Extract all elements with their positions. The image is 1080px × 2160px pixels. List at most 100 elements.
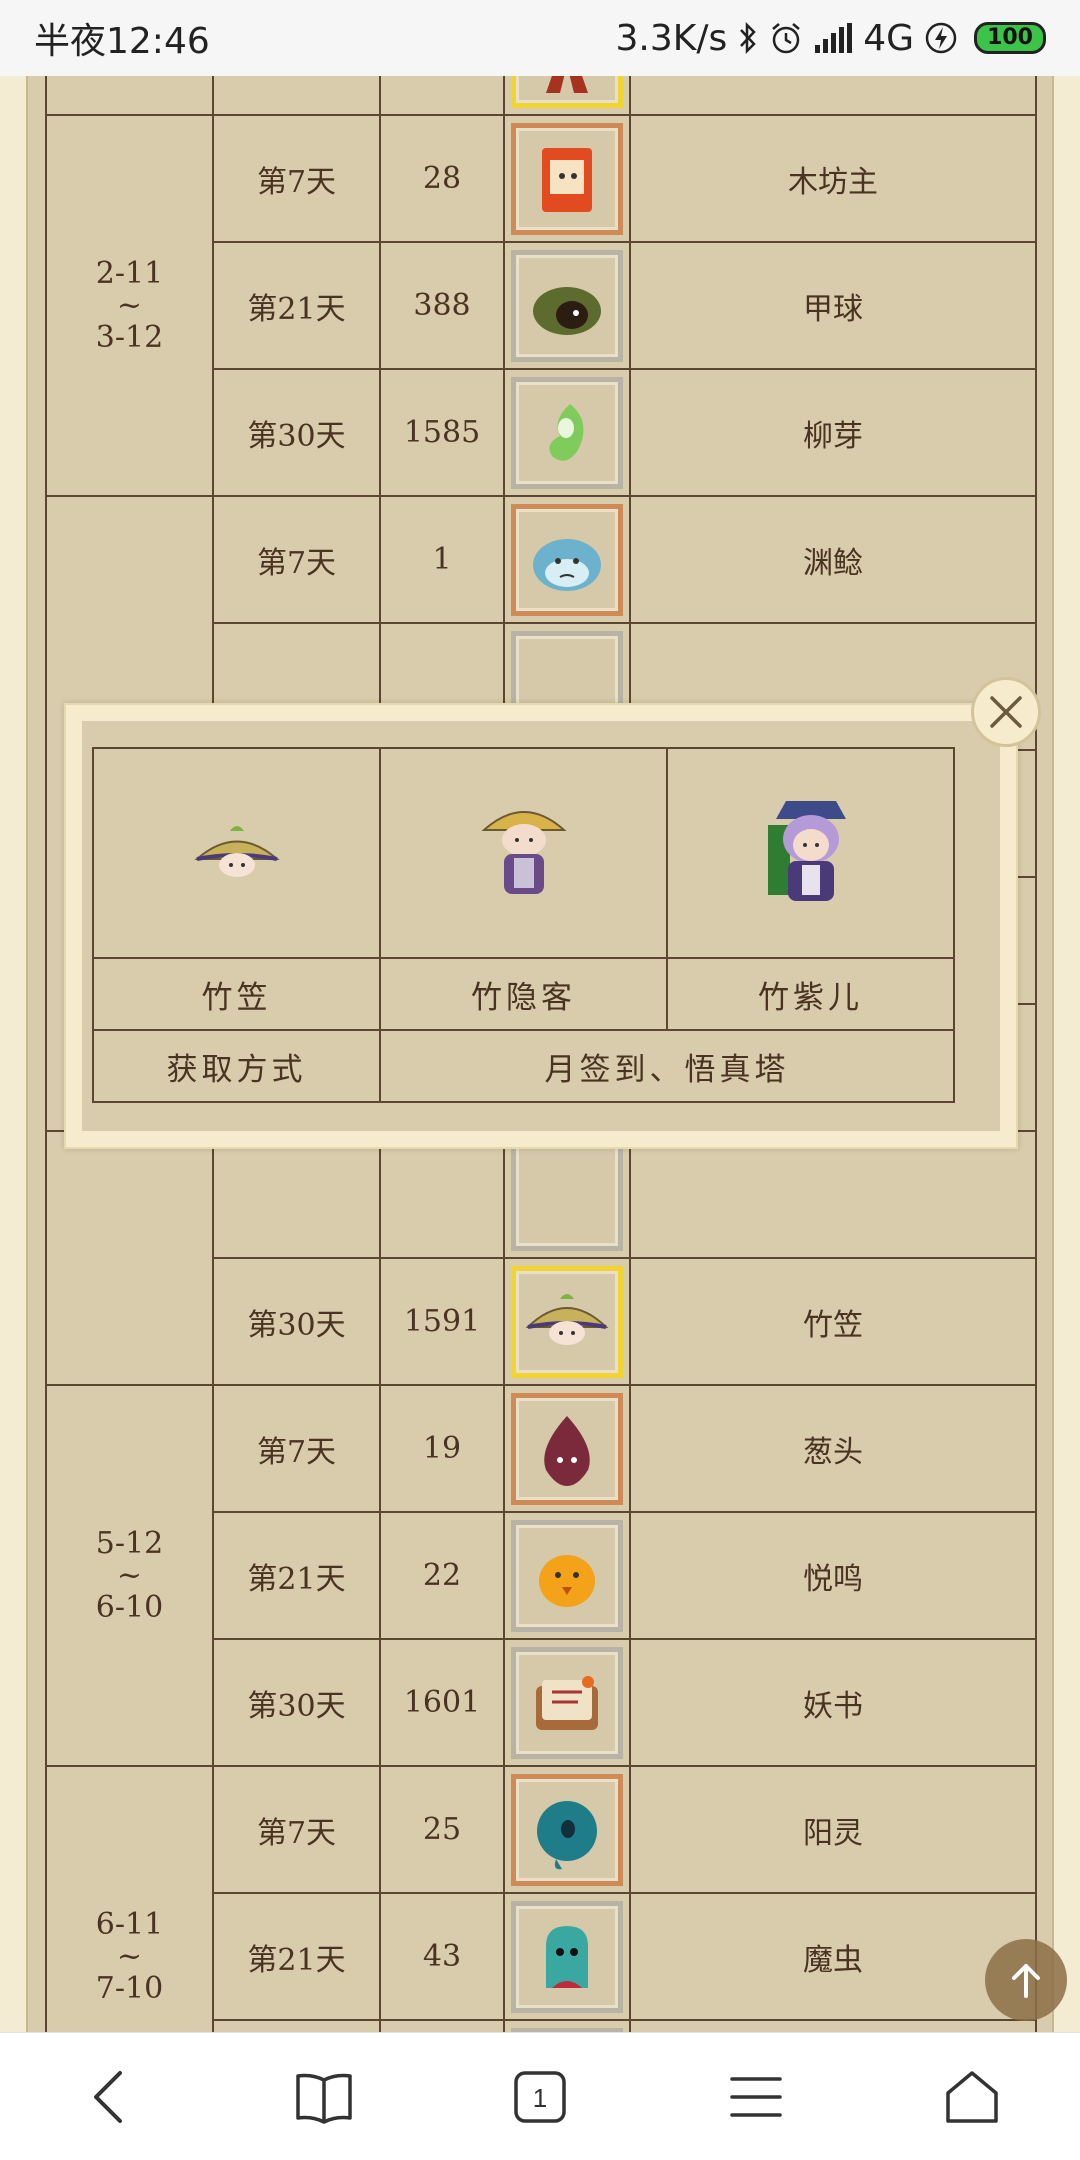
pet-tile[interactable] — [511, 1392, 623, 1505]
pet-tile[interactable] — [511, 249, 623, 362]
source-label: 获取方式 — [92, 1029, 381, 1103]
status-bar: 半夜12:46 3.3K/s 4G 100 — [0, 0, 1080, 76]
count-cell — [379, 1130, 505, 1259]
icon-cell — [503, 1257, 631, 1386]
network-type: 4G — [863, 17, 915, 59]
tabs-button[interactable]: 1 — [480, 2047, 600, 2147]
pet-tile[interactable] — [511, 1138, 623, 1251]
period-cell: 6-11 ~7-10 — [45, 1765, 214, 2032]
icon-cell — [503, 1511, 631, 1640]
icon-cell — [503, 76, 631, 116]
day-cell: 第21天 — [212, 1892, 381, 2021]
icon-cell — [503, 114, 631, 243]
form-name: 竹隐客 — [379, 957, 668, 1031]
pet-name-cell: 木坊主 — [629, 114, 1037, 243]
zhuli-icon — [525, 1293, 609, 1345]
zhuli-hat-icon — [193, 826, 280, 877]
count-cell: 43 — [379, 1892, 505, 2021]
icon-cell — [503, 241, 631, 370]
pet-name-cell: 阳灵 — [629, 1765, 1037, 1894]
zhuzier-icon — [767, 801, 846, 901]
count-cell: 19 — [379, 1384, 505, 1513]
back-button[interactable] — [48, 2047, 168, 2147]
scroll-to-top-button[interactable] — [985, 1939, 1067, 2021]
count-cell: 22 — [379, 1511, 505, 1640]
form-image-cell — [666, 747, 955, 959]
form-image-cell — [92, 747, 381, 959]
day-cell: 第7天 — [212, 495, 381, 624]
count-cell: 1634 — [379, 2019, 505, 2032]
pet-name-cell: 神棍 — [629, 76, 1037, 116]
count-cell: 25 — [379, 1765, 505, 1894]
pet-tile[interactable] — [511, 1900, 623, 2013]
table-row: 6-11 ~7-10 第7天 25 阳灵 — [45, 1765, 1037, 2032]
period-cell — [45, 76, 214, 116]
icon-cell — [503, 1384, 631, 1513]
icon-cell — [503, 495, 631, 624]
day-cell: 第30天 — [212, 1257, 381, 1386]
jiaqiu-icon — [533, 286, 601, 335]
pet-name-cell: 渊鲶 — [629, 495, 1037, 624]
yueming-icon — [539, 1554, 595, 1607]
count-cell: 1601 — [379, 1638, 505, 1767]
icon-cell — [503, 1130, 631, 1259]
pet-name-cell: 魔虫 — [629, 1892, 1037, 2021]
zhuyinke-icon — [480, 811, 567, 894]
mufangzhu-icon — [542, 147, 592, 212]
day-cell: 第7天 — [212, 1765, 381, 1894]
day-cell: 第30天 — [212, 76, 381, 116]
icon-cell — [503, 1638, 631, 1767]
yuanlun-icon — [533, 538, 601, 591]
period-cell — [45, 1130, 214, 1386]
congtou-icon — [544, 1415, 590, 1486]
table-row: 3-13第7天1渊鲶 — [45, 495, 1037, 1132]
status-time: 半夜12:46 — [34, 21, 210, 62]
day-cell: 第30天 — [212, 368, 381, 497]
liuya-icon — [549, 403, 584, 461]
count-cell: 1 — [379, 495, 505, 624]
pet-tile[interactable] — [511, 1773, 623, 1886]
period-line: ~ — [116, 287, 143, 323]
pet-tile[interactable] — [511, 1265, 623, 1378]
menu-button[interactable] — [696, 2047, 816, 2147]
home-button[interactable] — [912, 2047, 1032, 2147]
menu-icon — [730, 2076, 782, 2117]
form-name: 竹笠 — [92, 957, 381, 1031]
pet-name-cell: 悦鸣 — [629, 1511, 1037, 1640]
period-line: 5-12 — [95, 1525, 164, 1561]
day-cell: 第30天 — [212, 1638, 381, 1767]
icon-cell — [503, 1892, 631, 2021]
count-cell: 28 — [379, 114, 505, 243]
period-line: 6-10 — [95, 1589, 164, 1625]
pet-tile[interactable] — [511, 122, 623, 235]
pet-tile[interactable] — [511, 76, 623, 108]
pet-name-cell: 甲球 — [629, 241, 1037, 370]
yaoshu-icon — [536, 1675, 598, 1730]
period-line: 3-12 — [95, 319, 164, 355]
alarm-icon — [769, 21, 803, 55]
day-cell: 第7天 — [212, 114, 381, 243]
home-icon — [946, 2070, 998, 2123]
pet-name-cell: 葱头 — [629, 1384, 1037, 1513]
table-row — [45, 1130, 1037, 1386]
day-cell: 第7天 — [212, 1384, 381, 1513]
pet-name-cell: 柳芽 — [629, 368, 1037, 497]
pet-tile[interactable] — [511, 376, 623, 489]
status-right: 3.3K/s 4G 100 — [616, 17, 1046, 59]
table-row: 5-12 ~6-10 第7天 19 葱头 — [45, 1384, 1037, 1767]
pet-tile[interactable] — [511, 503, 623, 616]
mochong-icon — [546, 1925, 588, 1988]
bookmarks-icon — [296, 2073, 352, 2124]
pet-tile[interactable] — [511, 1646, 623, 1759]
form-name: 竹紫儿 — [666, 957, 955, 1031]
close-button[interactable] — [971, 677, 1041, 747]
arrow-up-icon — [1012, 1964, 1040, 1998]
source-value: 月签到、悟真塔 — [379, 1029, 955, 1103]
evolution-table: 竹笠 竹隐客 竹紫儿 获取方式 月签到、悟真塔 — [92, 747, 955, 1103]
pet-tile[interactable] — [511, 1519, 623, 1632]
day-cell: 第21天 — [212, 241, 381, 370]
icon-cell — [503, 368, 631, 497]
signal-icon — [813, 23, 853, 53]
close-icon — [990, 696, 1022, 728]
bookmarks-button[interactable] — [264, 2047, 384, 2147]
